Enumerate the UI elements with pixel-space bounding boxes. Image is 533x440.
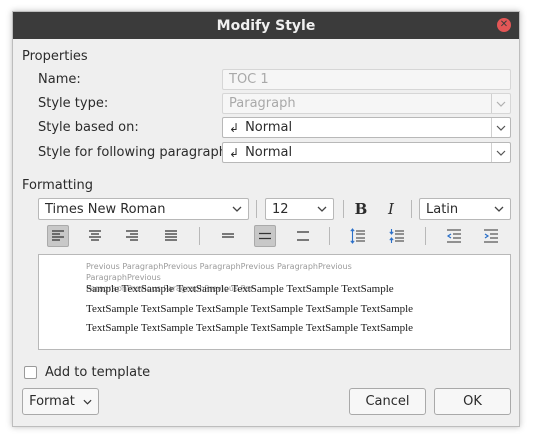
line-spacing-1-button[interactable]: [217, 225, 239, 247]
chevron-down-icon: [491, 118, 510, 137]
name-label: Name:: [38, 72, 81, 87]
add-to-template-checkbox[interactable]: [24, 366, 37, 379]
align-justify-icon: [165, 230, 177, 241]
font-name-combo[interactable]: Times New Roman: [38, 198, 249, 220]
add-to-template-label: Add to template: [45, 365, 151, 380]
align-left-icon: [52, 230, 64, 241]
decrease-indent-button[interactable]: [443, 225, 465, 247]
following-select[interactable]: ↲ Normal: [222, 142, 511, 163]
script-value: Latin: [426, 201, 459, 217]
style-type-label: Style type:: [38, 96, 109, 111]
paragraph-spacing-increase-icon: [350, 228, 365, 244]
format-button-label: Format: [29, 394, 75, 409]
align-center-icon: [89, 230, 101, 241]
toolbar-separator: [411, 200, 412, 218]
align-right-button[interactable]: [121, 225, 143, 247]
name-value: TOC 1: [229, 72, 269, 87]
align-justify-button[interactable]: [160, 225, 182, 247]
decrease-paragraph-spacing-button[interactable]: [386, 225, 408, 247]
style-preview: Previous ParagraphPrevious ParagraphPrev…: [38, 254, 511, 350]
preview-sample-line-1: Sample TextSample TextSample TextSample …: [86, 283, 394, 295]
toolbar-separator: [199, 227, 200, 245]
preview-previous-line-1: Previous ParagraphPrevious ParagraphPrev…: [86, 262, 352, 282]
indent-increase-icon: [484, 229, 498, 243]
align-left-button[interactable]: [47, 225, 69, 247]
close-icon[interactable]: ✕: [497, 18, 511, 32]
line-spacing-1-5-button[interactable]: [254, 225, 276, 247]
properties-heading: Properties: [22, 49, 88, 64]
line-spacing-one-half-icon: [259, 232, 271, 240]
font-size-value: 12: [272, 201, 289, 217]
dialog-title: Modify Style: [216, 17, 316, 34]
paragraph-spacing-decrease-icon: [389, 229, 404, 243]
script-select[interactable]: Latin: [419, 198, 511, 220]
following-value: Normal: [245, 145, 293, 160]
line-spacing-2-button[interactable]: [292, 225, 314, 247]
increase-paragraph-spacing-button[interactable]: [347, 225, 369, 247]
preview-sample-line-2: TextSample TextSample TextSample TextSam…: [86, 303, 414, 315]
indent-decrease-icon: [446, 229, 461, 243]
based-on-value: Normal: [245, 120, 293, 135]
chevron-down-icon: [232, 206, 242, 212]
italic-button[interactable]: I: [380, 198, 402, 220]
following-label: Style for following paragraph:: [38, 145, 232, 160]
chevron-down-icon: [491, 143, 510, 162]
chevron-down-icon: [317, 206, 327, 212]
preview-sample-line-3: TextSample TextSample TextSample TextSam…: [86, 322, 414, 334]
ok-button[interactable]: OK: [434, 388, 511, 415]
format-button[interactable]: Format: [22, 388, 99, 415]
chevron-down-icon: [494, 206, 504, 212]
modify-style-dialog: Modify Style ✕ Properties Name: TOC 1 St…: [12, 11, 520, 427]
return-icon: ↲: [229, 120, 240, 135]
line-spacing-single-icon: [222, 233, 234, 238]
bold-button[interactable]: B: [350, 198, 372, 220]
style-type-select[interactable]: Paragraph: [222, 93, 511, 114]
dialog-titlebar: Modify Style ✕: [13, 12, 519, 39]
name-field[interactable]: TOC 1: [222, 69, 511, 90]
formatting-heading: Formatting: [22, 178, 94, 193]
cancel-button[interactable]: Cancel: [349, 388, 426, 415]
chevron-down-icon: [491, 94, 510, 113]
toolbar-separator: [329, 227, 330, 245]
toolbar-separator: [343, 200, 344, 218]
font-size-combo[interactable]: 12: [265, 198, 334, 220]
toolbar-separator: [425, 227, 426, 245]
toolbar-separator: [256, 200, 257, 218]
align-right-icon: [126, 230, 138, 241]
based-on-select[interactable]: ↲ Normal: [222, 117, 511, 138]
font-name-value: Times New Roman: [45, 201, 166, 217]
return-icon: ↲: [229, 145, 240, 160]
style-type-value: Paragraph: [229, 96, 296, 111]
line-spacing-double-icon: [297, 231, 309, 241]
chevron-down-icon: [83, 399, 92, 405]
based-on-label: Style based on:: [38, 120, 139, 135]
align-center-button[interactable]: [84, 225, 106, 247]
increase-indent-button[interactable]: [480, 225, 502, 247]
